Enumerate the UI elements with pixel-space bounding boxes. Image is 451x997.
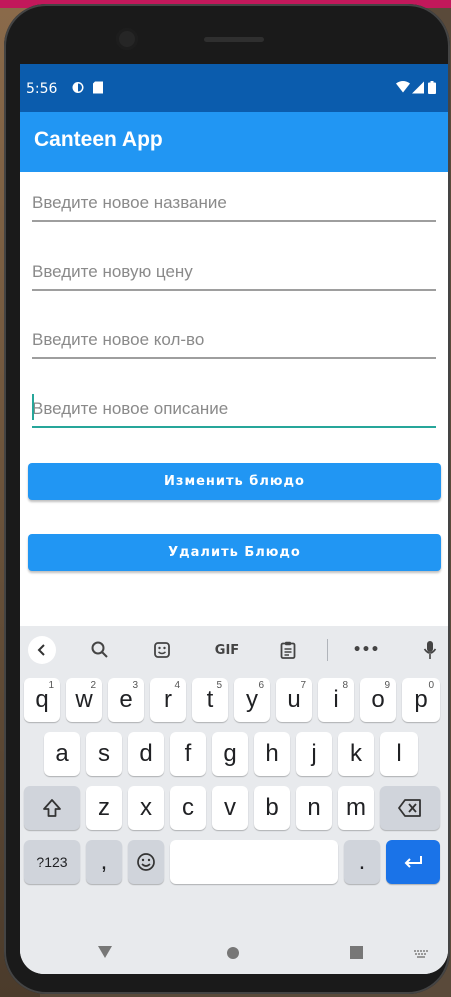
shift-key[interactable] <box>24 786 80 830</box>
sticker-icon[interactable] <box>148 636 176 664</box>
space-key[interactable] <box>170 840 338 884</box>
status-time: 5:56 <box>26 81 58 97</box>
signal-icon <box>412 81 424 94</box>
wifi-icon <box>396 81 410 93</box>
sd-card-icon <box>93 81 103 94</box>
key-f[interactable]: f <box>170 732 206 776</box>
key-o[interactable]: o9 <box>360 678 396 722</box>
key-m[interactable]: m <box>338 786 374 830</box>
description-field[interactable] <box>32 392 436 428</box>
key-w[interactable]: w2 <box>66 678 102 722</box>
comma-key[interactable]: , <box>86 840 122 884</box>
key-row-1: q1 w2 e3 r4 t5 y6 u7 i8 o9 p0 <box>20 678 448 722</box>
notification-icon <box>72 82 84 93</box>
key-h[interactable]: h <box>254 732 290 776</box>
key-x[interactable]: x <box>128 786 164 830</box>
enter-icon <box>404 856 422 868</box>
emoji-icon <box>137 853 155 871</box>
soft-keyboard: GIF ••• q1 w2 e3 r4 t5 y6 u7 i8 o 9 p 0 … <box>20 626 448 974</box>
key-r[interactable]: r4 <box>150 678 186 722</box>
key-q[interactable]: q1 <box>24 678 60 722</box>
key-i[interactable]: i8 <box>318 678 354 722</box>
key-u[interactable]: u7 <box>276 678 312 722</box>
back-chevron-icon[interactable] <box>28 636 56 664</box>
search-icon[interactable] <box>86 636 114 664</box>
key-t[interactable]: t5 <box>192 678 228 722</box>
emoji-key[interactable] <box>128 840 164 884</box>
navigation-bar <box>20 932 448 974</box>
symbols-key[interactable]: ?123 <box>24 840 80 884</box>
shift-icon <box>43 799 61 817</box>
camera-icon <box>116 28 138 50</box>
delete-dish-button[interactable]: Удалить Блюдо <box>28 534 441 571</box>
key-k[interactable]: k <box>338 732 374 776</box>
clipboard-icon[interactable] <box>274 636 302 664</box>
edit-dish-button[interactable]: Изменить блюдо <box>28 463 441 500</box>
backspace-key[interactable] <box>380 786 440 830</box>
key-z[interactable]: z <box>86 786 122 830</box>
more-icon[interactable]: ••• <box>352 636 380 664</box>
name-input[interactable] <box>32 186 436 220</box>
text-cursor <box>32 394 34 420</box>
quantity-field[interactable] <box>32 323 436 359</box>
nav-recents-icon[interactable] <box>350 946 363 959</box>
key-a[interactable]: a <box>44 732 80 776</box>
microphone-icon[interactable] <box>416 636 444 664</box>
screen: 5:56 Canteen App Введите новое название … <box>20 64 448 974</box>
price-field[interactable] <box>32 255 436 291</box>
app-bar: Canteen App <box>20 112 448 172</box>
backspace-icon <box>398 799 421 817</box>
key-p[interactable]: p0 <box>402 678 440 722</box>
keyboard-toolbar: GIF ••• <box>20 626 448 674</box>
name-field[interactable] <box>32 186 436 222</box>
key-j[interactable]: j <box>296 732 332 776</box>
phone-frame: 5:56 Canteen App Введите новое название … <box>4 4 450 994</box>
key-v[interactable]: v <box>212 786 248 830</box>
key-b[interactable]: b <box>254 786 290 830</box>
nav-back-icon[interactable] <box>98 946 112 958</box>
key-e[interactable]: e3 <box>108 678 144 722</box>
enter-key[interactable] <box>386 840 440 884</box>
key-row-3: z x c v b n m <box>20 786 448 830</box>
key-d[interactable]: d <box>128 732 164 776</box>
gif-button[interactable]: GIF <box>210 636 244 664</box>
speaker-grille <box>204 37 264 42</box>
key-row-2: a s d f g h j k l <box>20 732 448 776</box>
app-title: Canteen App <box>34 128 163 151</box>
battery-icon <box>428 81 436 94</box>
key-y[interactable]: y6 <box>234 678 270 722</box>
nav-home-icon[interactable] <box>226 946 240 960</box>
key-g[interactable]: g <box>212 732 248 776</box>
price-input[interactable] <box>32 255 436 289</box>
key-s[interactable]: s <box>86 732 122 776</box>
top-bezel <box>4 4 450 64</box>
period-key[interactable]: . <box>344 840 380 884</box>
description-input[interactable] <box>32 392 436 426</box>
key-c[interactable]: c <box>170 786 206 830</box>
status-bar: 5:56 <box>20 64 448 112</box>
key-row-4: ?123 , . <box>20 840 448 884</box>
key-n[interactable]: n <box>296 786 332 830</box>
keyboard-switch-icon[interactable] <box>414 950 428 958</box>
quantity-input[interactable] <box>32 323 436 357</box>
toolbar-divider <box>327 639 328 661</box>
key-l[interactable]: l <box>380 732 418 776</box>
